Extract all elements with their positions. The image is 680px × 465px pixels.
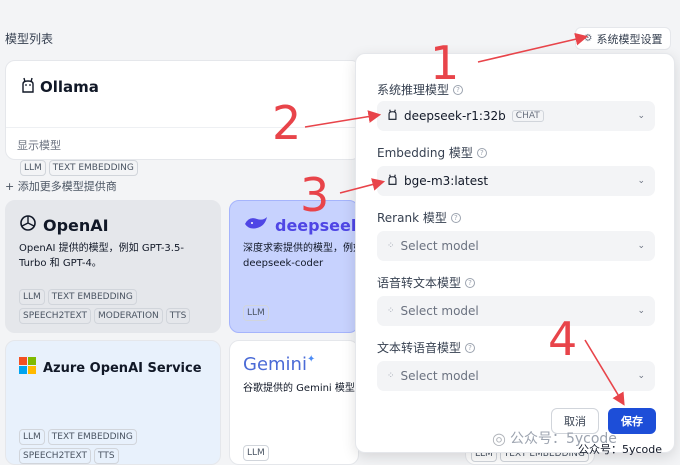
arrow-2	[304, 110, 382, 128]
annotation-arrows	[304, 32, 625, 406]
annotation-4: 4	[548, 312, 578, 366]
arrow-1	[477, 32, 589, 63]
watermark-text-secondary: 公众号：5ycode	[578, 443, 663, 456]
wechat-icon: ◎	[492, 428, 506, 448]
annotation-1: 1	[430, 36, 460, 90]
annotation-3: 3	[300, 168, 330, 222]
annotation-2: 2	[272, 96, 302, 150]
arrow-4	[584, 339, 625, 406]
arrow-3	[339, 178, 386, 194]
